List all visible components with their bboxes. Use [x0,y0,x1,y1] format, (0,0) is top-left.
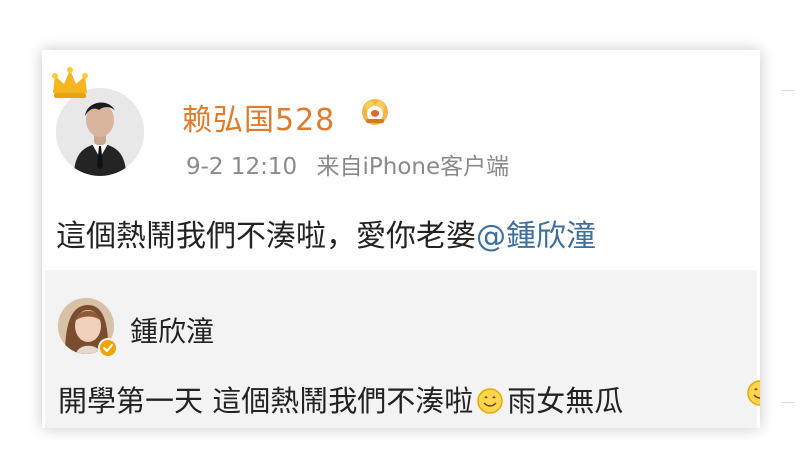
post-meta: 9-2 12:10 来自iPhone客户端 [186,147,509,181]
repost-text: 開學第一天 這個熱鬧我們不湊啦 雨女無瓜 [58,378,623,420]
right-edge-line-top [781,90,795,91]
post-content: 這個熱鬧我們不湊啦，愛你老婆 [56,219,476,254]
post-text: 這個熱鬧我們不湊啦，愛你老婆@鍾欣潼 [56,211,596,255]
post-avatar[interactable] [56,88,144,176]
mention-link[interactable]: @鍾欣潼 [476,219,596,254]
smile-emoji-icon [477,388,503,414]
cut-off-emoji-fragment [746,379,760,409]
post-time: 9-2 12:10 [186,154,298,180]
verified-badge-icon [98,338,118,358]
repost-content-part2: 雨女無瓜 [507,384,624,418]
post-source: 来自iPhone客户端 [316,154,510,180]
repost-username[interactable]: 鍾欣潼 [130,310,214,350]
smile-emoji-icon [747,380,760,406]
repost-content-part1: 開學第一天 這個熱鬧我們不湊啦 [58,384,474,418]
post-username[interactable]: 赖弘国528 [182,95,335,139]
man-portrait-icon [56,88,144,176]
right-edge-line-bottom [781,402,795,403]
vip-badge-icon[interactable] [358,97,392,127]
crown-icon [52,67,88,98]
